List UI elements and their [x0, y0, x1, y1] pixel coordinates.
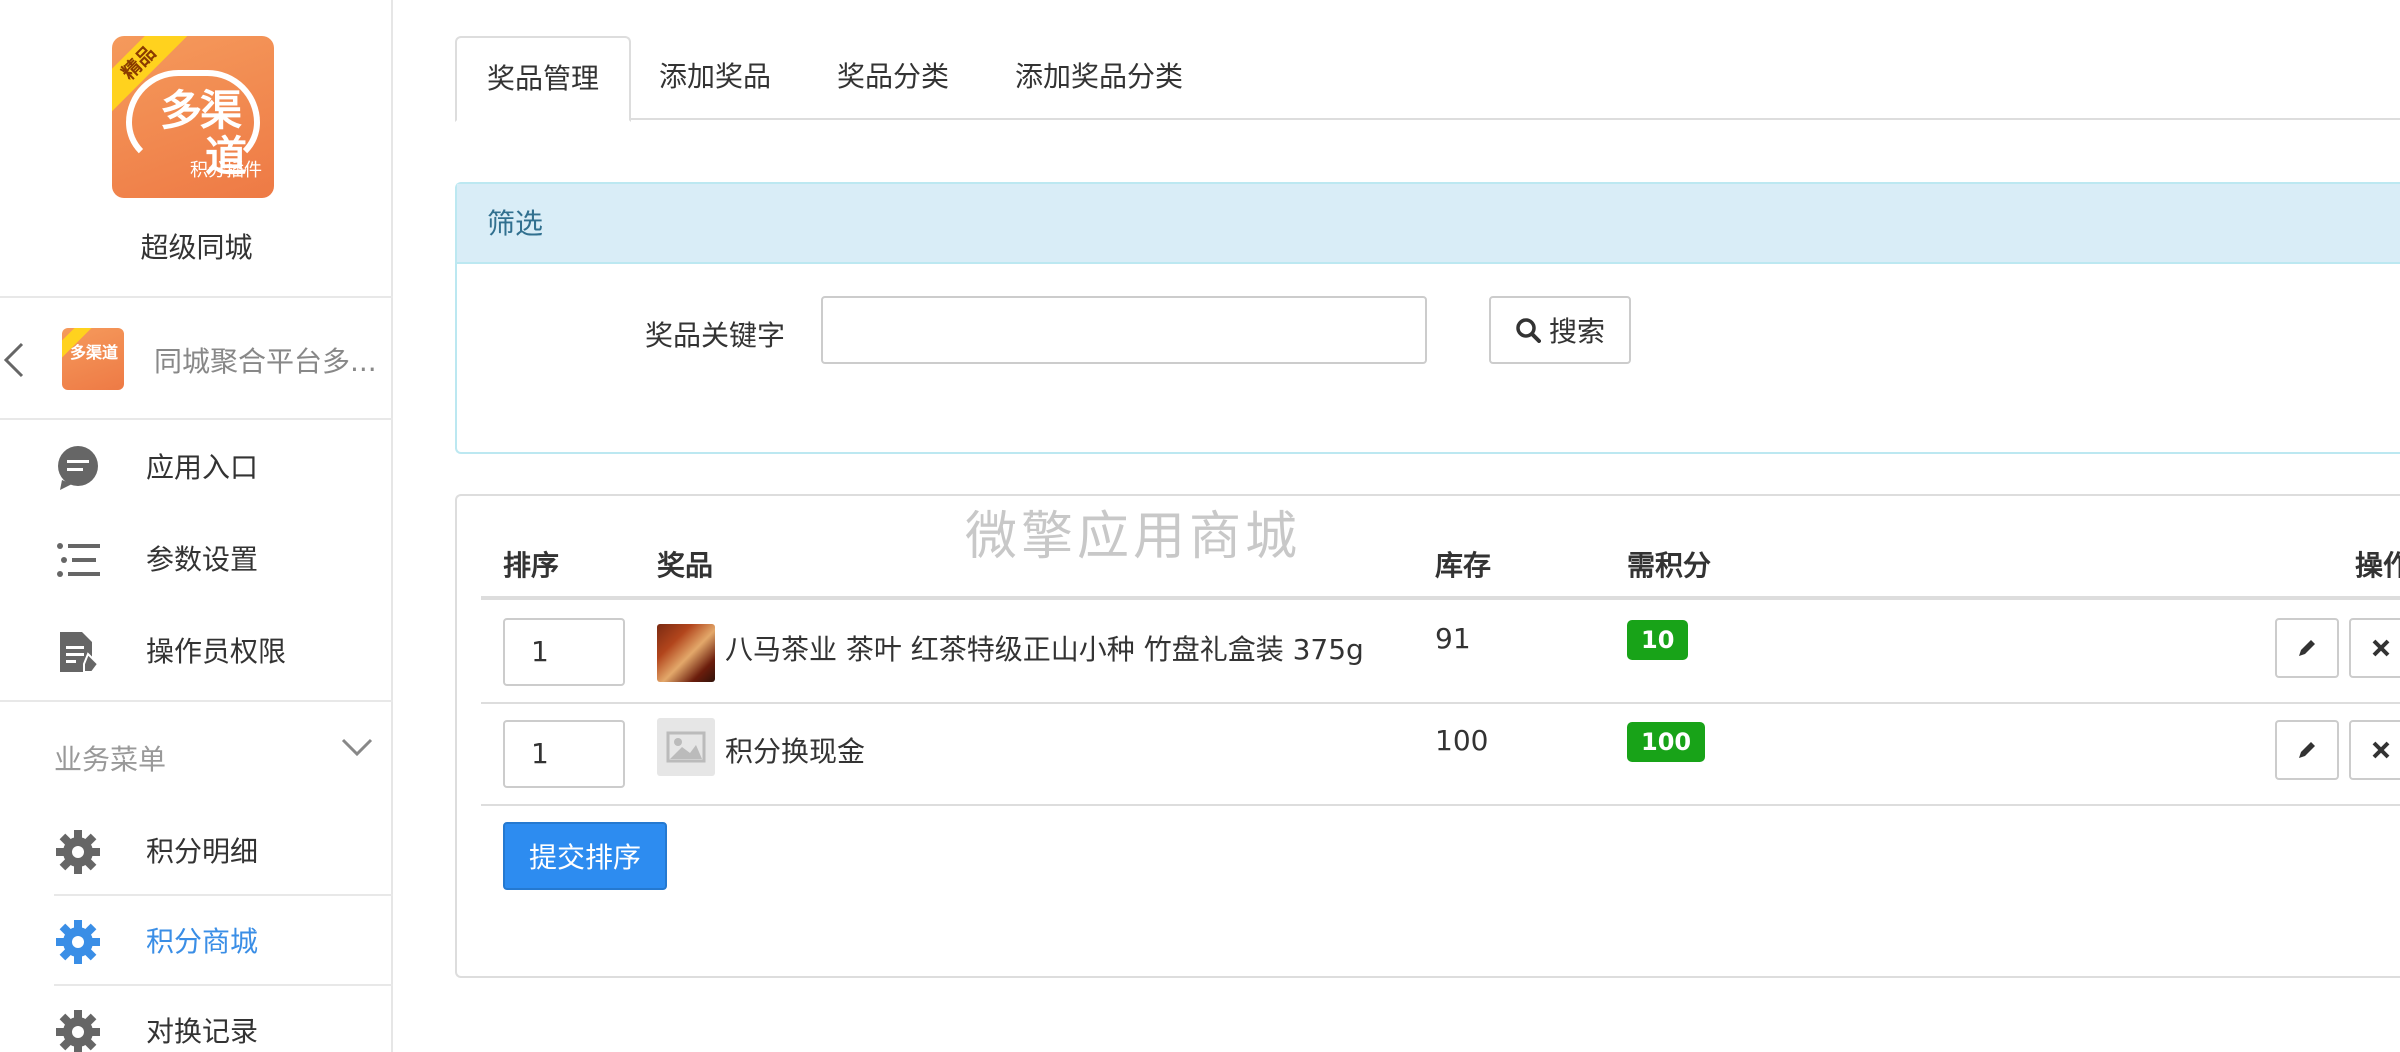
search-icon — [1516, 318, 1541, 343]
pencil-icon — [2299, 640, 2315, 656]
column-header-points: 需积分 — [1627, 549, 1712, 582]
placeholder-image-icon — [657, 718, 715, 776]
section-title: 业务菜单 — [54, 743, 167, 776]
back-to-platform-link[interactable]: 多渠道 同城聚合平台多... — [0, 296, 393, 420]
watermark-text: 微擎应用商城 — [965, 507, 1302, 567]
prize-name: 积分换现金 — [725, 735, 866, 768]
list-icon — [57, 543, 100, 577]
main-content: 奖品管理 添加奖品 奖品分类 添加奖品分类 筛选 奖品关键字 搜索 微擎应用商城… — [393, 0, 2400, 1052]
sidebar-item-app-entry[interactable]: 应用入口 — [0, 422, 393, 510]
app-title: 超级同城 — [140, 231, 253, 264]
points-badge: 10 — [1627, 620, 1689, 660]
sort-order-input[interactable]: 1 — [503, 720, 625, 788]
chevron-down-icon — [341, 738, 373, 757]
table-row-divider — [481, 804, 2400, 806]
mini-logo-text: 多渠道 — [69, 343, 118, 362]
sidebar-item-label: 对换记录 — [146, 1015, 259, 1048]
gear-icon — [56, 920, 100, 964]
logo-subtext: 积分插件 — [190, 160, 262, 181]
tab-add-prize-category[interactable]: 添加奖品分类 — [985, 36, 1213, 120]
sidebar-item-points-detail[interactable]: 积分明细 — [0, 806, 393, 894]
sidebar-item-label: 参数设置 — [146, 543, 259, 576]
points-badge: 100 — [1627, 722, 1706, 762]
tab-add-prize[interactable]: 添加奖品 — [629, 36, 801, 120]
prize-stock: 91 — [1435, 622, 1471, 655]
section-business-menu[interactable]: 业务菜单 — [0, 700, 393, 808]
prize-thumbnail — [657, 624, 715, 682]
prize-name: 八马茶业 茶叶 红茶特级正山小种 竹盘礼盒装 375g — [725, 633, 1364, 666]
filter-panel-title: 筛选 — [457, 184, 2400, 264]
sidebar-item-label: 操作员权限 — [146, 635, 287, 668]
column-header-prize: 奖品 — [657, 549, 714, 582]
sidebar-item-label: 积分明细 — [146, 835, 259, 868]
tab-prize-management[interactable]: 奖品管理 — [455, 36, 632, 122]
chat-icon — [58, 446, 98, 490]
delete-button[interactable] — [2349, 720, 2400, 780]
platform-mini-logo: 多渠道 — [62, 328, 124, 390]
filter-panel: 筛选 奖品关键字 搜索 — [455, 182, 2400, 454]
sidebar-item-label: 应用入口 — [146, 451, 259, 484]
sidebar-item-exchange-records[interactable]: 对换记录 — [0, 986, 393, 1052]
tab-prize-category[interactable]: 奖品分类 — [807, 36, 979, 120]
keyword-input[interactable] — [821, 296, 1427, 364]
sort-order-input[interactable]: 1 — [503, 618, 625, 686]
table-row-divider — [481, 702, 2400, 704]
search-button[interactable]: 搜索 — [1489, 296, 1631, 364]
tab-bar: 奖品管理 添加奖品 奖品分类 添加奖品分类 — [455, 36, 2400, 122]
keyword-label: 奖品关键字 — [645, 319, 786, 352]
sidebar-item-operator-permissions[interactable]: 操作员权限 — [0, 606, 393, 694]
close-icon — [2372, 741, 2390, 759]
sidebar-item-label: 积分商城 — [146, 925, 259, 958]
table-header-divider — [481, 596, 2400, 600]
app-logo: 精品 多渠 道 积分插件 — [112, 36, 274, 198]
submit-sort-button[interactable]: 提交排序 — [503, 822, 667, 890]
document-edit-icon — [60, 632, 100, 673]
sidebar-item-points-mall[interactable]: 积分商城 — [0, 896, 393, 984]
edit-button[interactable] — [2275, 618, 2339, 678]
close-icon — [2372, 639, 2390, 657]
sidebar-item-settings[interactable]: 参数设置 — [0, 514, 393, 602]
pencil-icon — [2299, 742, 2315, 758]
column-header-actions: 操作 — [2355, 549, 2400, 582]
platform-name: 同城聚合平台多... — [154, 345, 377, 378]
gear-icon — [56, 1010, 100, 1052]
column-header-sort: 排序 — [503, 549, 560, 582]
logo-line-1: 多渠 — [159, 86, 242, 135]
prize-stock: 100 — [1435, 724, 1489, 757]
search-button-label: 搜索 — [1548, 315, 1605, 348]
edit-button[interactable] — [2275, 720, 2339, 780]
column-header-stock: 库存 — [1435, 549, 1492, 582]
delete-button[interactable] — [2349, 618, 2400, 678]
sidebar: 精品 多渠 道 积分插件 超级同城 多渠道 同城聚合平台多... 应用入口 参数… — [0, 0, 393, 1052]
chevron-left-icon — [3, 342, 24, 378]
gear-icon — [56, 830, 100, 874]
